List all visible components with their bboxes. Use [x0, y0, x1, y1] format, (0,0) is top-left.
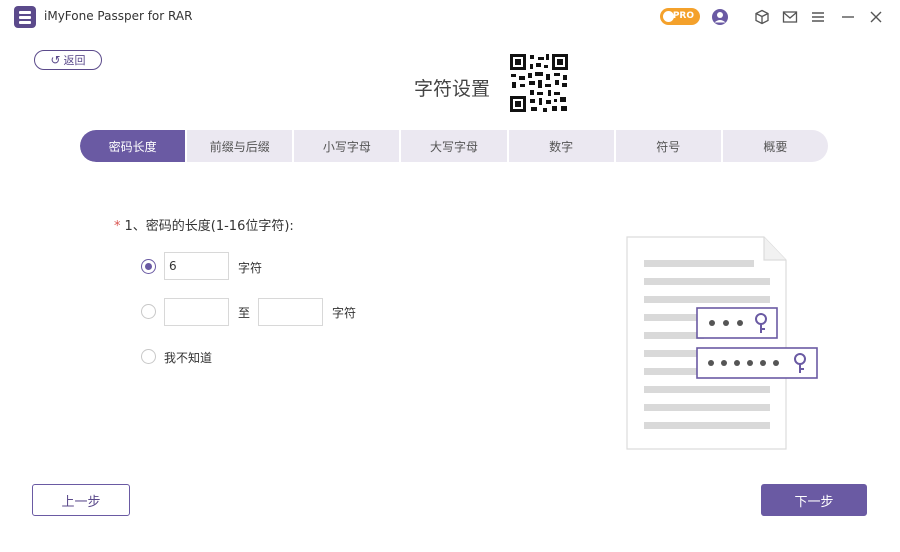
tab-prefix-suffix[interactable]: 前缀与后缀: [187, 130, 295, 162]
tab-lowercase[interactable]: 小写字母: [294, 130, 402, 162]
radio-length-range[interactable]: [141, 304, 156, 319]
range-to-label: 至: [238, 306, 251, 320]
length-question: * 1、密码的长度(1-16位字符):: [114, 215, 294, 234]
tab-symbols[interactable]: 符号: [616, 130, 723, 162]
back-label: 返回: [63, 54, 86, 67]
crown-icon: [663, 11, 674, 22]
app-title: iMyFone Passper for RAR: [44, 9, 193, 23]
step-tabs: 密码长度 前缀与后缀 小写字母 大写字母 数字 符号 概要: [80, 130, 828, 162]
cube-icon[interactable]: [752, 7, 772, 27]
title-bar: iMyFone Passper for RAR PRO: [0, 0, 900, 34]
next-step-button[interactable]: 下一步: [761, 484, 867, 516]
back-button[interactable]: ↺ 返回: [34, 50, 102, 70]
user-icon[interactable]: [710, 7, 730, 27]
qr-code-icon: [508, 52, 570, 114]
close-icon[interactable]: [866, 7, 886, 27]
range-to-input[interactable]: [258, 298, 323, 326]
previous-step-button[interactable]: 上一步: [32, 484, 130, 516]
range-from-input[interactable]: [164, 298, 229, 326]
tab-digits[interactable]: 数字: [509, 130, 616, 162]
question-text: 1、密码的长度(1-16位字符):: [124, 219, 294, 234]
app-logo-icon: [14, 6, 36, 28]
tab-password-length[interactable]: 密码长度: [80, 130, 188, 162]
tab-summary[interactable]: 概要: [723, 130, 828, 162]
minimize-icon[interactable]: [838, 7, 858, 27]
pro-badge[interactable]: PRO: [660, 8, 700, 25]
mail-icon[interactable]: [780, 7, 800, 27]
pro-label: PRO: [672, 11, 694, 21]
required-mark: *: [114, 219, 121, 234]
password-document-illustration: [626, 236, 818, 450]
exact-length-unit: 字符: [238, 261, 263, 275]
menu-icon[interactable]: [808, 7, 828, 27]
range-unit: 字符: [332, 306, 357, 320]
radio-unknown-length[interactable]: [141, 349, 156, 364]
back-arrow-icon: ↺: [50, 53, 61, 67]
tab-uppercase[interactable]: 大写字母: [401, 130, 509, 162]
exact-length-input[interactable]: 6: [164, 252, 229, 280]
unknown-length-label: 我不知道: [164, 351, 213, 365]
radio-exact-length[interactable]: [141, 259, 156, 274]
page-title: 字符设置: [414, 78, 491, 100]
